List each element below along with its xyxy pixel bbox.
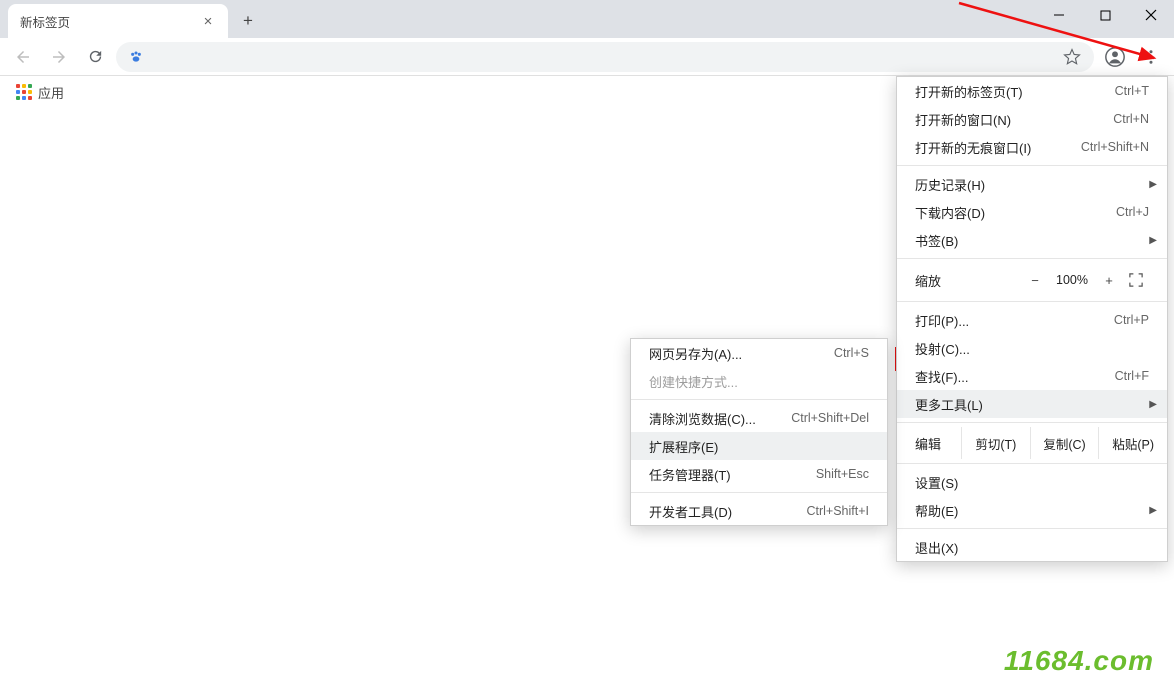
main-menu-button[interactable]: [1136, 42, 1166, 72]
menu-new-tab[interactable]: 打开新的标签页(T)Ctrl+T: [897, 77, 1167, 105]
maximize-button[interactable]: [1082, 0, 1128, 30]
tab-title: 新标签页: [20, 12, 200, 31]
menu-settings[interactable]: 设置(S): [897, 468, 1167, 496]
fullscreen-icon[interactable]: [1123, 273, 1149, 287]
minimize-button[interactable]: [1036, 0, 1082, 30]
menu-help[interactable]: 帮助(E)▶: [897, 496, 1167, 524]
submenu-dev-tools[interactable]: 开发者工具(D)Ctrl+Shift+I: [631, 497, 887, 525]
bookmark-star-icon[interactable]: [1062, 48, 1082, 66]
menu-separator: [897, 301, 1167, 302]
tab-strip: 新标签页 × +: [0, 0, 1174, 38]
chevron-right-icon: ▶: [1149, 179, 1157, 190]
toolbar: [0, 38, 1174, 76]
menu-downloads[interactable]: 下载内容(D)Ctrl+J: [897, 198, 1167, 226]
menu-new-window[interactable]: 打开新的窗口(N)Ctrl+N: [897, 105, 1167, 133]
reload-button[interactable]: [80, 42, 110, 72]
menu-new-incognito[interactable]: 打开新的无痕窗口(I)Ctrl+Shift+N: [897, 133, 1167, 161]
site-icon: [128, 49, 144, 65]
chevron-right-icon: ▶: [1149, 235, 1157, 246]
new-tab-button[interactable]: +: [234, 7, 262, 35]
zoom-out-button[interactable]: −: [1021, 273, 1049, 288]
menu-separator: [897, 528, 1167, 529]
submenu-task-manager[interactable]: 任务管理器(T)Shift+Esc: [631, 460, 887, 488]
submenu-create-shortcut: 创建快捷方式...: [631, 367, 887, 395]
menu-separator: [897, 463, 1167, 464]
main-menu: 打开新的标签页(T)Ctrl+T 打开新的窗口(N)Ctrl+N 打开新的无痕窗…: [896, 76, 1168, 562]
chevron-right-icon: ▶: [1149, 505, 1157, 516]
menu-separator: [897, 258, 1167, 259]
menu-cut[interactable]: 剪切(T): [961, 427, 1030, 459]
submenu-extensions[interactable]: 扩展程序(E): [631, 432, 887, 460]
menu-separator: [897, 165, 1167, 166]
tab-close-icon[interactable]: ×: [200, 13, 216, 29]
menu-print[interactable]: 打印(P)...Ctrl+P: [897, 306, 1167, 334]
menu-exit[interactable]: 退出(X): [897, 533, 1167, 561]
menu-separator: [631, 492, 887, 493]
submenu-save-as[interactable]: 网页另存为(A)...Ctrl+S: [631, 339, 887, 367]
zoom-level: 100%: [1049, 273, 1095, 287]
menu-edit-row: 编辑 剪切(T) 复制(C) 粘贴(P): [897, 427, 1167, 459]
forward-button[interactable]: [44, 42, 74, 72]
menu-separator: [897, 422, 1167, 423]
profile-button[interactable]: [1100, 42, 1130, 72]
menu-copy[interactable]: 复制(C): [1030, 427, 1099, 459]
watermark: 11684.com: [1004, 645, 1154, 677]
chevron-right-icon: ▶: [1149, 399, 1157, 410]
address-bar[interactable]: [116, 42, 1094, 72]
submenu-clear-data[interactable]: 清除浏览数据(C)...Ctrl+Shift+Del: [631, 404, 887, 432]
menu-separator: [631, 399, 887, 400]
url-input[interactable]: [152, 49, 1054, 65]
zoom-in-button[interactable]: +: [1095, 273, 1123, 288]
menu-cast[interactable]: 投射(C)...: [897, 334, 1167, 362]
more-tools-submenu: 网页另存为(A)...Ctrl+S 创建快捷方式... 清除浏览数据(C)...…: [630, 338, 888, 526]
menu-find[interactable]: 查找(F)...Ctrl+F: [897, 362, 1167, 390]
close-window-button[interactable]: [1128, 0, 1174, 30]
back-button[interactable]: [8, 42, 38, 72]
window-controls: [1036, 0, 1174, 30]
apps-label[interactable]: 应用: [38, 83, 64, 102]
menu-zoom: 缩放 − 100% +: [897, 263, 1167, 297]
menu-more-tools[interactable]: 更多工具(L)▶: [897, 390, 1167, 418]
menu-history[interactable]: 历史记录(H)▶: [897, 170, 1167, 198]
menu-bookmarks[interactable]: 书签(B)▶: [897, 226, 1167, 254]
tab-active[interactable]: 新标签页 ×: [8, 4, 228, 38]
menu-paste[interactable]: 粘贴(P): [1098, 427, 1167, 459]
apps-icon[interactable]: [16, 84, 32, 100]
